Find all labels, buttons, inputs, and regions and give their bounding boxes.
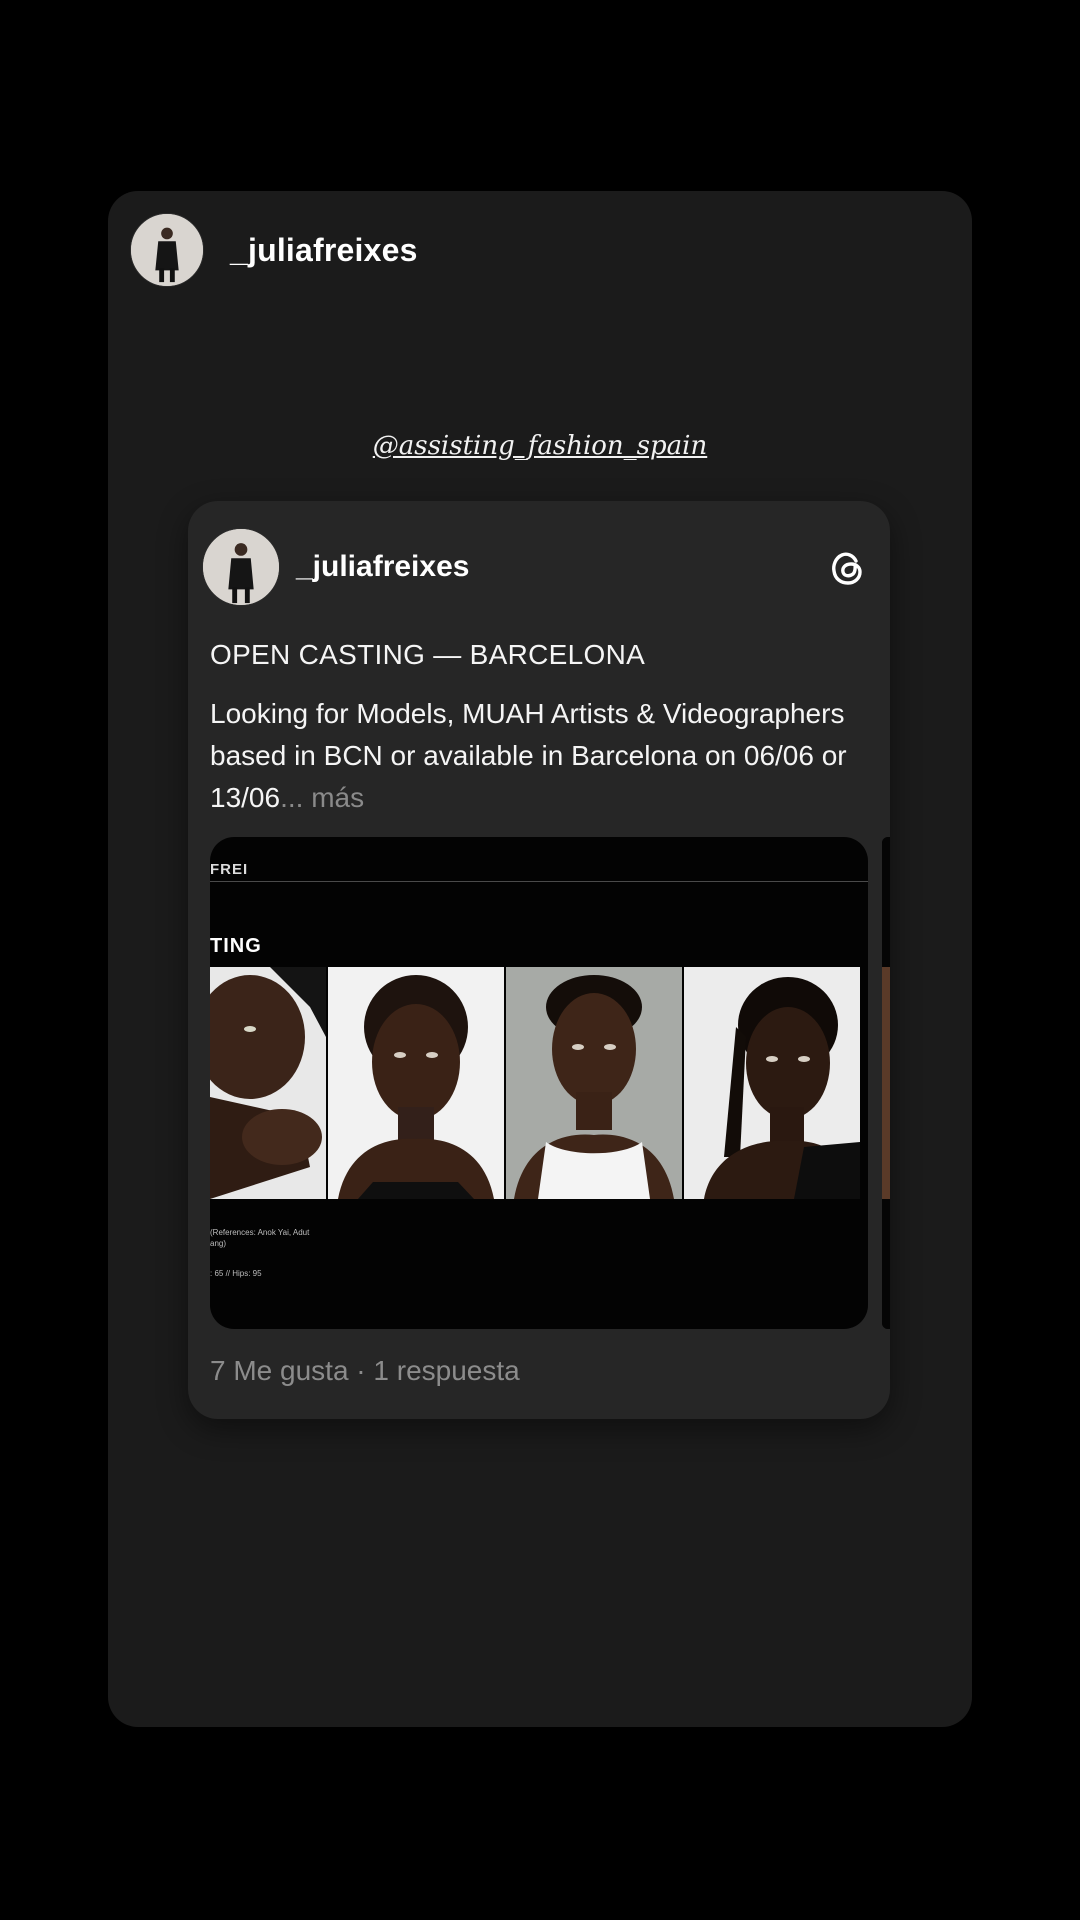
post-engagement-stats[interactable]: 7 Me gusta · 1 respuesta (210, 1355, 520, 1387)
post-title: OPEN CASTING — BARCELONA (210, 639, 646, 670)
media-brand-text: FREI (210, 861, 249, 878)
reference-photo-4 (684, 967, 860, 1199)
media-divider (210, 881, 868, 882)
avatar-photo (203, 529, 279, 605)
more-link[interactable]: ... más (280, 782, 364, 813)
post-header: _juliafreixes (202, 528, 469, 606)
story-header[interactable]: _juliafreixes (130, 213, 418, 287)
mention-sticker[interactable]: @assisting_fashion_spain (108, 431, 972, 461)
story-card: _juliafreixes @assisting_fashion_spain _… (108, 191, 972, 1727)
media-caption-line: ang) (210, 1239, 227, 1248)
media-caption-line: (References: Anok Yai, Adut (210, 1228, 310, 1237)
post-body: Looking for Models, MUAH Artists & Video… (210, 693, 870, 819)
story-username[interactable]: _juliafreixes (230, 232, 418, 269)
avatar[interactable] (130, 213, 204, 287)
avatar[interactable] (202, 528, 280, 606)
media-caption-measurements: : 65 // Hips: 95 (210, 1269, 262, 1278)
post-username[interactable]: _juliafreixes (296, 550, 469, 584)
reference-photo-1 (210, 967, 326, 1199)
threads-icon[interactable] (826, 547, 868, 589)
reference-photo-3 (506, 967, 682, 1199)
reference-photo-2 (328, 967, 504, 1199)
post-media-carousel[interactable]: FREI TING (References: Anok Yai, Adut an… (210, 837, 868, 1329)
avatar-photo (131, 214, 203, 286)
media-heading-text: TING (210, 935, 262, 957)
shared-post-card[interactable]: _juliafreixes OPEN CASTING — BARCELONA L… (188, 501, 890, 1419)
media-caption: (References: Anok Yai, Adut ang) (210, 1227, 309, 1249)
next-media-peek[interactable] (882, 837, 890, 1329)
